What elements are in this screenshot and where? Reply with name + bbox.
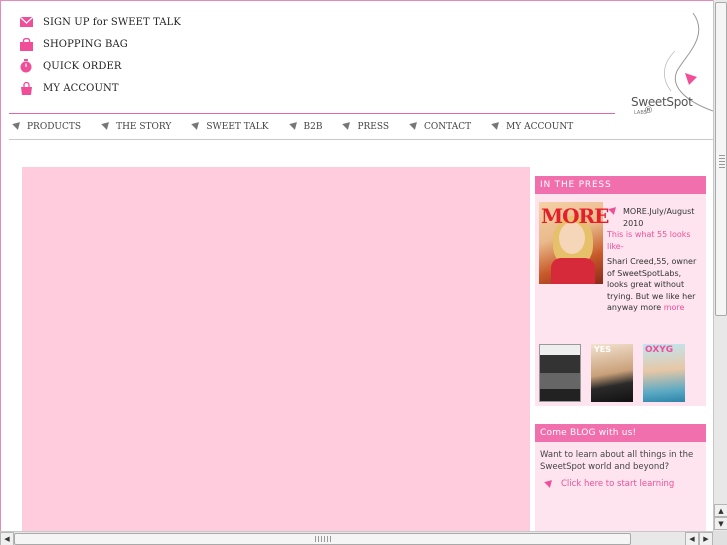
nav-products[interactable]: PRODUCTS bbox=[12, 121, 82, 132]
press-issue: MORE.July/August 2010 bbox=[623, 207, 695, 228]
triangle-icon bbox=[288, 122, 299, 131]
scroll-right-arrow-icon[interactable]: ▶ bbox=[699, 532, 713, 545]
nav-my-account[interactable]: MY ACCOUNT bbox=[491, 121, 574, 132]
nav-contact[interactable]: CONTACT bbox=[409, 121, 472, 132]
triangle-icon bbox=[491, 122, 501, 131]
press-thumb-2[interactable]: YES bbox=[591, 344, 633, 402]
blog-link[interactable]: Click here to start learning bbox=[540, 478, 701, 490]
cover-masthead: MORE bbox=[541, 204, 609, 228]
shopping-bag-link[interactable]: SHOPPING BAG bbox=[19, 33, 181, 55]
nav-b2b[interactable]: B2B bbox=[288, 121, 323, 132]
press-thumb-1[interactable] bbox=[539, 344, 581, 402]
blog-heading: Come BLOG with us! bbox=[535, 424, 706, 442]
press-article: MORE.July/August 2010 This is what 55 lo… bbox=[607, 206, 703, 314]
triangle-icon bbox=[12, 122, 22, 131]
press-thumb-3[interactable]: OXYG bbox=[643, 344, 685, 402]
horizontal-scrollbar[interactable]: ◀ ◀ ▶ bbox=[0, 531, 713, 545]
nav-label: THE STORY bbox=[116, 121, 172, 132]
my-account-link[interactable]: MY ACCOUNT bbox=[19, 77, 181, 99]
nav-label: PRODUCTS bbox=[27, 121, 82, 132]
my-account-label: MY ACCOUNT bbox=[43, 82, 119, 94]
main-nav: PRODUCTS THE STORY SWEET TALK B2B PRESS … bbox=[9, 114, 713, 140]
scroll-down-arrow-icon[interactable]: ▼ bbox=[714, 517, 727, 530]
scroll-left-arrow-icon[interactable]: ◀ bbox=[0, 532, 14, 545]
nav-press[interactable]: PRESS bbox=[342, 121, 390, 132]
blog-box: Come BLOG with us! Want to learn about a… bbox=[535, 424, 706, 531]
triangle-icon bbox=[191, 122, 202, 131]
triangle-icon bbox=[544, 479, 554, 489]
nav-sweet-talk[interactable]: SWEET TALK bbox=[191, 121, 269, 132]
cover-dress bbox=[551, 258, 595, 284]
nav-label: B2B bbox=[303, 121, 323, 132]
press-heading: IN THE PRESS bbox=[535, 176, 706, 194]
nav-label: MY ACCOUNT bbox=[506, 121, 574, 132]
vertical-scroll-thumb[interactable] bbox=[715, 2, 727, 316]
nav-the-story[interactable]: THE STORY bbox=[101, 121, 172, 132]
nav-label: PRESS bbox=[357, 121, 390, 132]
blog-link-label: Click here to start learning bbox=[561, 479, 675, 489]
nav-label: SWEET TALK bbox=[206, 121, 269, 132]
stopwatch-icon bbox=[19, 59, 33, 73]
hero-banner bbox=[22, 167, 530, 531]
vertical-scrollbar[interactable]: ▲ ▼ bbox=[713, 0, 727, 531]
press-thumbnails: YES OXYG bbox=[539, 344, 704, 402]
page-frame: SIGN UP for SWEET TALK SHOPPING BAG QUIC… bbox=[0, 0, 713, 531]
scroll-up-arrow-icon[interactable]: ▲ bbox=[714, 504, 727, 517]
utility-links: SIGN UP for SWEET TALK SHOPPING BAG QUIC… bbox=[19, 11, 181, 99]
triangle-icon bbox=[608, 207, 618, 216]
blog-panel: Want to learn about all things in the Sw… bbox=[535, 442, 706, 531]
grip-icon bbox=[315, 536, 331, 542]
press-headline: This is what 55 looks like- bbox=[607, 230, 691, 251]
nav-label: CONTACT bbox=[424, 121, 472, 132]
shopping-bag-icon bbox=[19, 37, 33, 51]
thumb-masthead: YES bbox=[594, 345, 612, 354]
right-sidebar: IN THE PRESS MORE MORE.July/August 2010 … bbox=[535, 176, 706, 531]
envelope-icon bbox=[19, 15, 33, 29]
triangle-icon bbox=[342, 122, 353, 131]
signup-link-label: SIGN UP for SWEET TALK bbox=[43, 16, 181, 28]
purse-icon bbox=[19, 81, 33, 95]
press-more-link[interactable]: more bbox=[664, 303, 685, 312]
scrollbar-corner bbox=[713, 531, 727, 545]
grip-icon bbox=[719, 155, 725, 169]
signup-link[interactable]: SIGN UP for SWEET TALK bbox=[19, 11, 181, 33]
triangle-icon bbox=[101, 122, 111, 131]
press-panel: MORE MORE.July/August 2010 This is what … bbox=[535, 194, 706, 406]
quick-order-link[interactable]: QUICK ORDER bbox=[19, 55, 181, 77]
logo-brand: SweetSpot bbox=[631, 95, 693, 109]
more-magazine-cover[interactable]: MORE bbox=[539, 202, 609, 284]
horizontal-scroll-thumb[interactable] bbox=[14, 533, 631, 545]
scroll-left-arrow-icon[interactable]: ◀ bbox=[685, 532, 699, 545]
triangle-icon bbox=[409, 122, 419, 131]
blog-body-text: Want to learn about all things in the Sw… bbox=[540, 450, 694, 472]
shopping-bag-label: SHOPPING BAG bbox=[43, 38, 128, 50]
quick-order-label: QUICK ORDER bbox=[43, 60, 122, 72]
sweetspot-logo[interactable]: SweetSpot LABS ® bbox=[615, 11, 713, 121]
thumb-masthead: OXYG bbox=[645, 345, 674, 355]
